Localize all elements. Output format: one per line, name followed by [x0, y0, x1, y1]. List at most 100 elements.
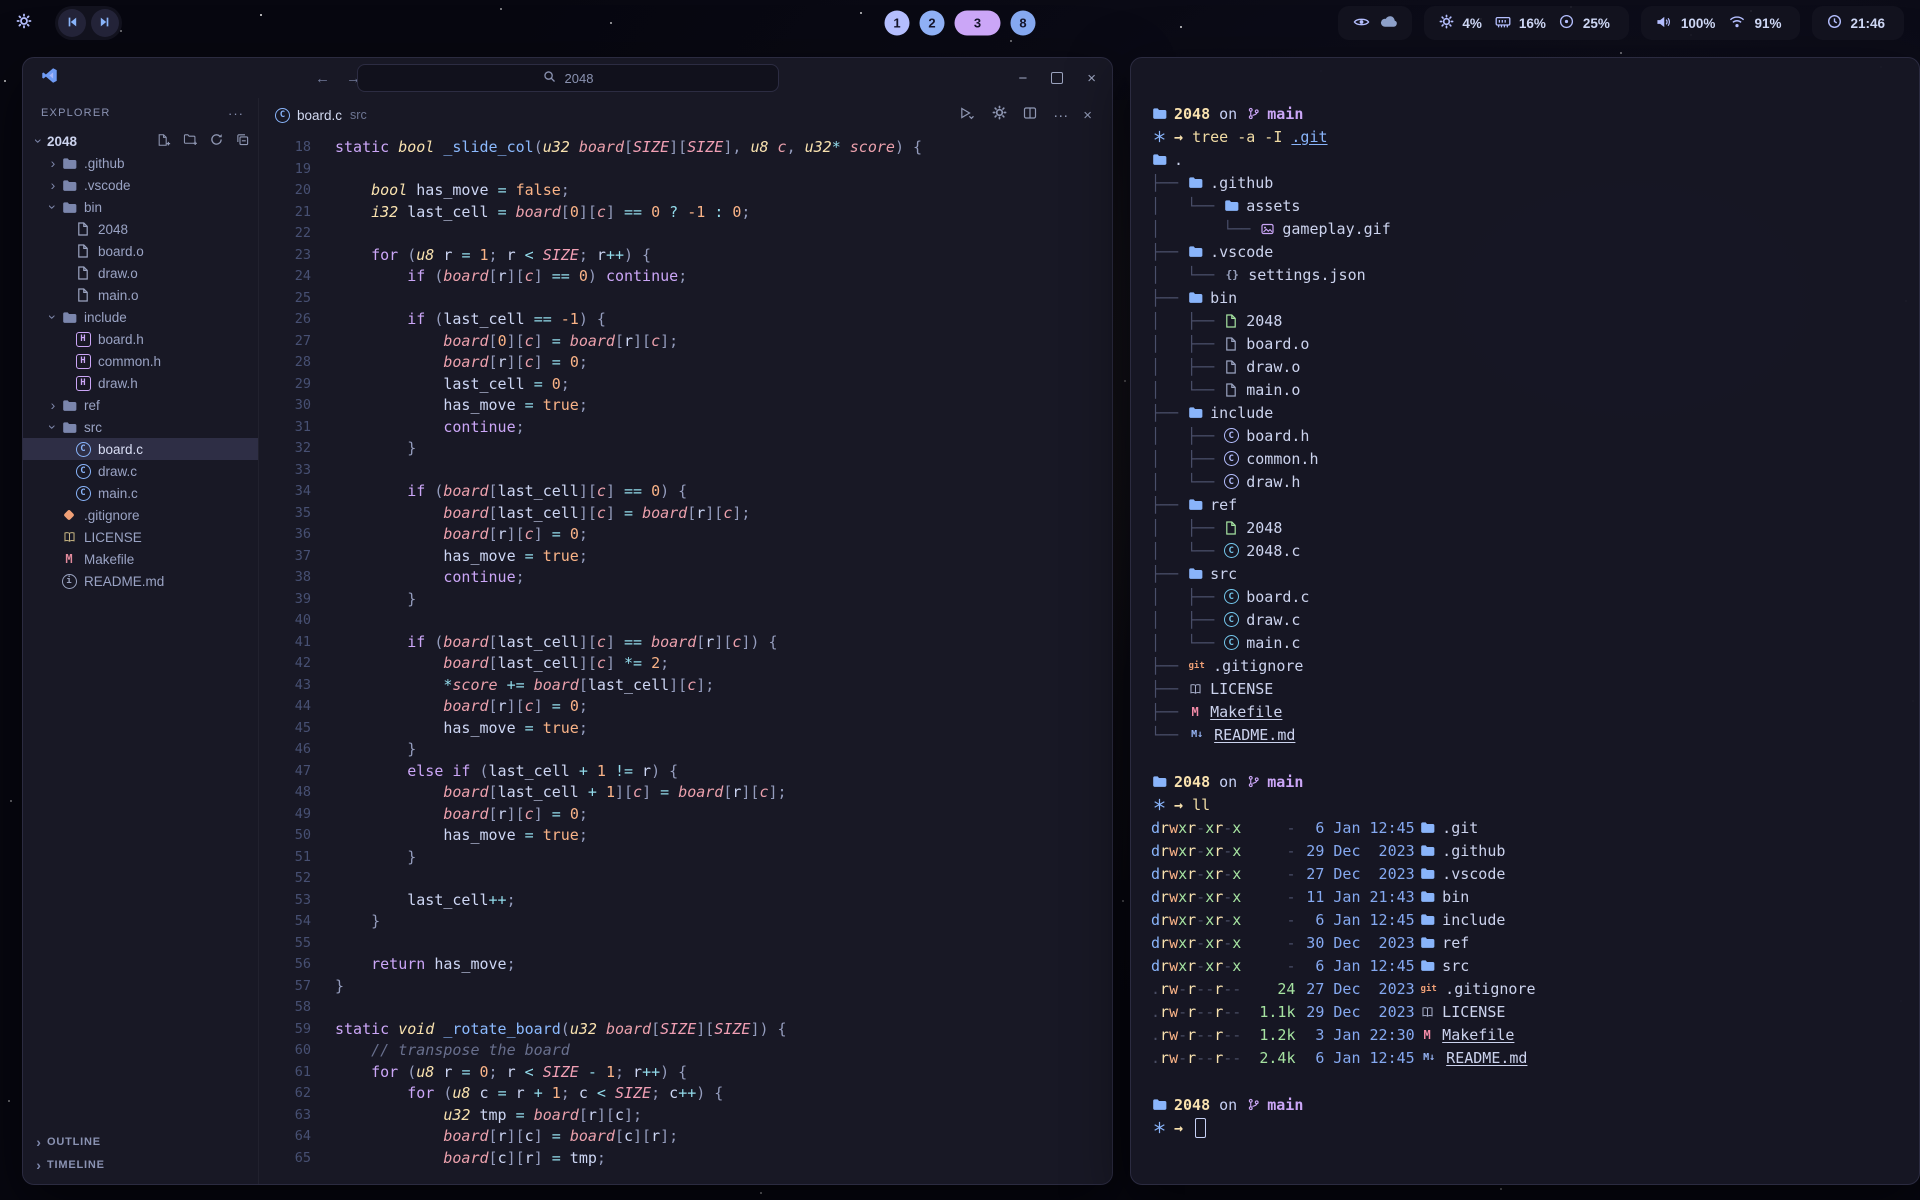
weather-widget[interactable]	[1338, 6, 1412, 40]
editor-tabbar: C board.c src ··· ×	[259, 98, 1112, 132]
folder-icon	[1223, 199, 1239, 212]
split-editor-button[interactable]	[1022, 106, 1038, 125]
command-center-search[interactable]: 2048	[357, 64, 779, 92]
tree-output-row: ├── src	[1151, 562, 1899, 585]
more-actions-button[interactable]: ···	[1053, 107, 1068, 124]
ls-output-row: .rw-r--r--2.4k 6 Jan 12:45M↓README.md	[1151, 1046, 1899, 1069]
ls-output-row: .rw-r--r--2427 Dec 2023git.gitignore	[1151, 977, 1899, 1000]
explorer-item-2048[interactable]: ›2048	[23, 130, 258, 152]
explorer-more-actions-button[interactable]: ···	[228, 106, 244, 121]
explorer-item-2048[interactable]: 2048	[23, 218, 258, 240]
media-next-button[interactable]	[91, 9, 119, 37]
explorer-item-bin[interactable]: ›bin	[23, 196, 258, 218]
chevron-right-icon: ›	[31, 1157, 47, 1173]
clock-value: 21:46	[1850, 16, 1885, 31]
explorer-item-board.h[interactable]: Hboard.h	[23, 328, 258, 350]
explorer-item-.gitignore[interactable]: .gitignore	[23, 504, 258, 526]
workspace-1-button[interactable]: 1	[885, 11, 910, 36]
explorer-item-README.md[interactable]: iREADME.md	[23, 570, 258, 592]
speaker-icon	[1655, 15, 1673, 29]
cbadge-icon: C	[1223, 612, 1239, 627]
tab-board.c[interactable]: C board.c src	[275, 108, 367, 123]
workspace-2-button[interactable]: 2	[920, 11, 945, 36]
minimize-button[interactable]: −	[1018, 70, 1027, 87]
explorer-item-LICENSE[interactable]: LICENSE	[23, 526, 258, 548]
explorer-item-label: README.md	[84, 574, 164, 589]
code-line-33: 33	[259, 460, 1112, 482]
hbadge-icon: H	[75, 332, 91, 347]
explorer-item-draw.o[interactable]: draw.o	[23, 262, 258, 284]
cbadge-icon: C	[75, 464, 91, 479]
folder-icon	[61, 157, 77, 170]
gitword-icon: git	[1187, 661, 1206, 671]
run-file-button[interactable]	[958, 106, 976, 125]
close-button[interactable]: ×	[1087, 70, 1096, 87]
explorer-item-draw.c[interactable]: Cdraw.c	[23, 460, 258, 482]
close-editor-button[interactable]: ×	[1083, 107, 1092, 124]
explorer-item-draw.h[interactable]: Hdraw.h	[23, 372, 258, 394]
tree-output-row: │ └── Cdraw.h	[1151, 470, 1899, 493]
explorer-item-common.h[interactable]: Hcommon.h	[23, 350, 258, 372]
code-line-42: 42 board[last_cell][c] *= 2;	[259, 653, 1112, 675]
system-stats-widget[interactable]: 4% 16% 25%	[1424, 6, 1629, 40]
explorer-item-main.c[interactable]: Cmain.c	[23, 482, 258, 504]
audio-network-widget[interactable]: 100% 91%	[1641, 6, 1801, 40]
outline-section[interactable]: ›OUTLINE	[23, 1130, 258, 1153]
newfile-icon	[156, 133, 172, 147]
code-line-34: 34 if (board[last_cell][c] == 0) {	[259, 481, 1112, 503]
refresh-explorer-button[interactable]	[208, 133, 224, 149]
volume-value: 100%	[1681, 16, 1716, 31]
explorer-item-board.o[interactable]: board.o	[23, 240, 258, 262]
code-line-41: 41 if (board[last_cell][c] == board[r][c…	[259, 632, 1112, 654]
code-editor[interactable]: 18static bool _slide_col(u32 board[SIZE]…	[259, 132, 1112, 1184]
explorer-item-label: .vscode	[84, 178, 131, 193]
history-back-button[interactable]: ←	[315, 70, 330, 87]
workspace-8-button[interactable]: 8	[1011, 11, 1036, 36]
explorer-item-include[interactable]: ›include	[23, 306, 258, 328]
chevron-right-icon: ›	[45, 397, 61, 413]
chevron-down-icon: ›	[45, 199, 61, 215]
disk-icon	[1559, 14, 1575, 29]
explorer-item-label: .gitignore	[84, 508, 140, 523]
snow-icon	[1151, 130, 1167, 143]
vscode-titlebar[interactable]: ← → 2048 − ×	[23, 58, 1112, 98]
explorer-item-.vscode[interactable]: ›.vscode	[23, 174, 258, 196]
media-previous-button[interactable]	[58, 9, 86, 37]
code-line-63: 63 u32 tmp = board[r][c];	[259, 1105, 1112, 1127]
folder-icon	[61, 311, 77, 324]
launcher-gear-icon[interactable]	[16, 8, 39, 39]
explorer-item-label: include	[84, 310, 127, 325]
explorer-item-.github[interactable]: ›.github	[23, 152, 258, 174]
branch-icon	[1246, 775, 1260, 788]
new-file-button[interactable]	[156, 133, 172, 150]
new-folder-button[interactable]	[182, 133, 198, 149]
prompt-git-branch: main	[1267, 1096, 1303, 1114]
file-icon	[75, 222, 91, 236]
cpu-gear-icon	[1438, 14, 1454, 32]
file-icon	[75, 288, 91, 302]
file-icon	[1223, 314, 1239, 328]
ls-output-row: .rw-r--r--1.2k 3 Jan 22:30MMakefile	[1151, 1023, 1899, 1046]
mdbadge-icon: M↓	[1187, 729, 1207, 740]
chevron-down-icon: ›	[45, 419, 61, 435]
timeline-section[interactable]: ›TIMELINE	[23, 1153, 258, 1176]
collapse-folders-button[interactable]	[234, 133, 250, 149]
settings-gear-icon[interactable]	[991, 105, 1007, 125]
explorer-item-board.c[interactable]: Cboard.c	[23, 438, 258, 460]
explorer-sidebar: EXPLORER ··· ›2048›.github›.vscode›bin20…	[23, 98, 259, 1184]
workspace-3-button-active[interactable]: 3	[955, 11, 1001, 36]
explorer-item-src[interactable]: ›src	[23, 416, 258, 438]
cpu-usage-value: 4%	[1462, 16, 1482, 31]
explorer-item-ref[interactable]: ›ref	[23, 394, 258, 416]
tree-output-row: ├── MMakefile	[1151, 700, 1899, 723]
maximize-button[interactable]	[1051, 72, 1063, 84]
clock-widget[interactable]: 21:46	[1812, 6, 1904, 40]
file-icon	[1223, 521, 1239, 535]
folder-icon	[1187, 245, 1203, 258]
explorer-item-main.o[interactable]: main.o	[23, 284, 258, 306]
code-line-22: 22	[259, 223, 1112, 245]
explorer-item-Makefile[interactable]: MMakefile	[23, 548, 258, 570]
terminal-window[interactable]: 2048 on main→ tree -a -I .git.├── .githu…	[1130, 57, 1920, 1185]
clock-icon	[1826, 14, 1842, 32]
search-value: 2048	[565, 71, 594, 86]
